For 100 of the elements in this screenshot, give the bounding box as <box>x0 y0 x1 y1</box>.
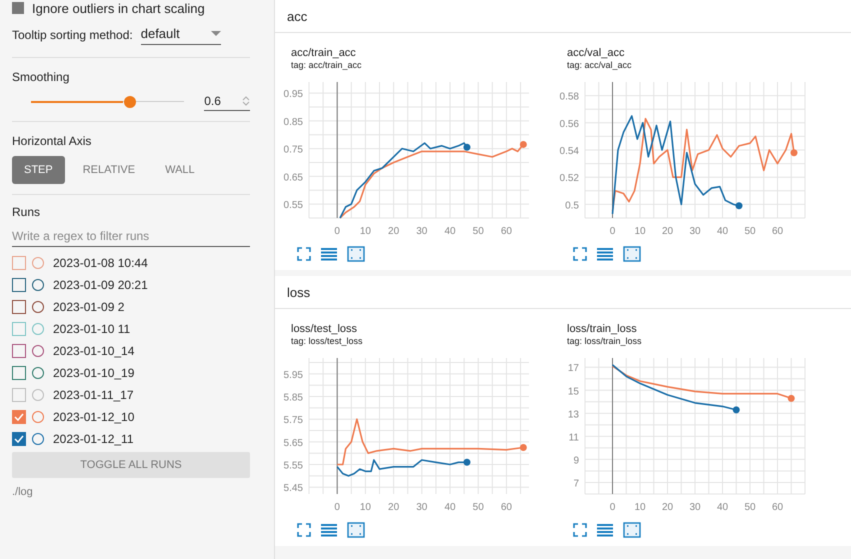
y-tick-label: 0.5 <box>565 200 579 212</box>
x-tick-label: 60 <box>772 502 784 513</box>
fullscreen-icon[interactable] <box>297 523 311 537</box>
x-tick-label: 30 <box>689 502 701 513</box>
run-name: 2023-01-10_14 <box>53 344 134 358</box>
dropdown-caret-icon <box>210 31 221 36</box>
runs-label: Runs <box>12 205 42 219</box>
lines-icon[interactable] <box>321 247 337 261</box>
x-tick-label: 20 <box>388 502 400 513</box>
run-color-circle-icon <box>32 301 44 313</box>
x-tick-label: 20 <box>662 226 674 237</box>
run-name: 2023-01-09 2 <box>53 300 124 314</box>
run-color-circle-icon <box>32 279 44 291</box>
lines-icon[interactable] <box>321 523 337 537</box>
y-tick-label: 0.56 <box>560 118 579 130</box>
series-end-marker <box>732 406 740 414</box>
run-checkbox[interactable] <box>12 344 26 358</box>
x-tick-label: 10 <box>634 502 646 513</box>
y-tick-label: 9 <box>573 455 579 466</box>
lines-icon[interactable] <box>597 523 613 537</box>
y-tick-label: 0.65 <box>284 172 303 184</box>
y-tick-label: 0.55 <box>284 200 303 212</box>
series-end-marker <box>788 394 795 402</box>
fit-domain-icon[interactable] <box>347 522 365 538</box>
x-tick-label: 40 <box>716 502 728 513</box>
fullscreen-icon[interactable] <box>573 523 587 537</box>
x-tick-label: 30 <box>416 226 428 237</box>
section-header[interactable]: acc <box>275 0 851 33</box>
run-checkbox[interactable] <box>12 322 26 336</box>
y-tick-label: 15 <box>568 386 579 398</box>
checkbox[interactable] <box>12 2 24 14</box>
x-tick-label: 30 <box>689 226 701 237</box>
run-checkbox[interactable] <box>12 278 26 292</box>
chart-tag: tag: acc/val_acc <box>567 60 827 70</box>
fullscreen-icon[interactable] <box>297 247 311 261</box>
stepper-icon <box>242 95 250 107</box>
x-tick-label: 50 <box>744 226 756 237</box>
x-tick-label: 20 <box>662 502 674 513</box>
run-name: 2023-01-10 11 <box>53 322 130 336</box>
fit-domain-icon[interactable] <box>347 246 365 262</box>
y-tick-label: 0.54 <box>560 146 579 157</box>
run-color-circle-icon <box>32 367 44 379</box>
run-filter-field[interactable]: Write a regex to filter runs <box>12 227 250 247</box>
smoothing-input[interactable]: 0.6 <box>204 92 250 111</box>
run-name: 2023-01-10_19 <box>53 366 134 380</box>
run-color-circle-icon <box>32 323 44 335</box>
x-tick-label: 0 <box>334 226 340 237</box>
x-tick-label: 0 <box>610 502 616 513</box>
y-tick-label: 5.55 <box>284 460 303 472</box>
x-tick-label: 50 <box>472 226 484 237</box>
series-end-marker <box>736 202 742 210</box>
section-header[interactable]: loss <box>275 276 851 309</box>
run-name: 2023-01-09 20:21 <box>53 278 148 292</box>
run-checkbox[interactable] <box>12 388 26 402</box>
lines-icon[interactable] <box>597 247 613 261</box>
axis-toggle-button[interactable]: RELATIVE <box>70 156 148 184</box>
fit-domain-icon[interactable] <box>623 246 641 262</box>
x-tick-label: 40 <box>444 226 456 237</box>
y-tick-label: 7 <box>573 478 579 490</box>
smoothing-label: Smoothing <box>12 70 70 84</box>
checkbox-label: Ignore outliers in chart scaling <box>32 0 205 16</box>
run-checkbox[interactable] <box>12 432 26 446</box>
series-end-marker <box>520 444 527 452</box>
run-checkbox[interactable] <box>12 410 26 424</box>
x-tick-label: 30 <box>416 502 428 513</box>
run-name: 2023-01-08 10:44 <box>53 256 148 270</box>
chart-tag: tag: loss/test_loss <box>291 336 551 346</box>
run-checkbox[interactable] <box>12 300 26 314</box>
run-color-circle-icon <box>32 345 44 357</box>
chart-tag: tag: acc/train_acc <box>291 60 551 70</box>
x-tick-label: 0 <box>610 226 616 237</box>
tooltip-sort-label: Tooltip sorting method: <box>12 28 133 42</box>
y-tick-label: 13 <box>568 409 579 420</box>
chart-title: acc/val_acc <box>567 47 626 59</box>
x-tick-label: 40 <box>444 502 456 513</box>
run-checkbox[interactable] <box>12 366 26 380</box>
fullscreen-icon[interactable] <box>573 247 587 261</box>
x-tick-label: 50 <box>472 502 484 513</box>
fit-domain-icon[interactable] <box>623 522 641 538</box>
chart-title: acc/train_acc <box>291 47 357 59</box>
axis-toggle-button[interactable]: STEP <box>12 156 65 184</box>
x-tick-label: 50 <box>744 502 756 513</box>
y-tick-label: 5.45 <box>284 483 303 494</box>
y-tick-label: 0.58 <box>560 92 579 103</box>
run-color-circle-icon <box>32 257 44 269</box>
y-tick-label: 5.95 <box>284 370 303 381</box>
run-name: 2023-01-12_10 <box>53 410 134 424</box>
sort-method-dropdown[interactable]: default <box>140 24 221 45</box>
chart-title: loss/train_loss <box>567 323 638 335</box>
run-color-circle-icon <box>32 389 44 401</box>
run-checkbox[interactable] <box>12 256 26 270</box>
axis-toggle-button[interactable]: WALL <box>153 156 207 184</box>
x-tick-label: 40 <box>716 226 728 237</box>
y-tick-label: 11 <box>568 432 579 444</box>
y-tick-label: 5.65 <box>284 438 303 449</box>
run-color-circle-icon <box>32 433 44 445</box>
log-directory: ./log <box>12 486 34 498</box>
y-tick-label: 5.75 <box>284 415 303 426</box>
x-tick-label: 60 <box>500 502 512 513</box>
y-tick-label: 17 <box>568 363 579 374</box>
